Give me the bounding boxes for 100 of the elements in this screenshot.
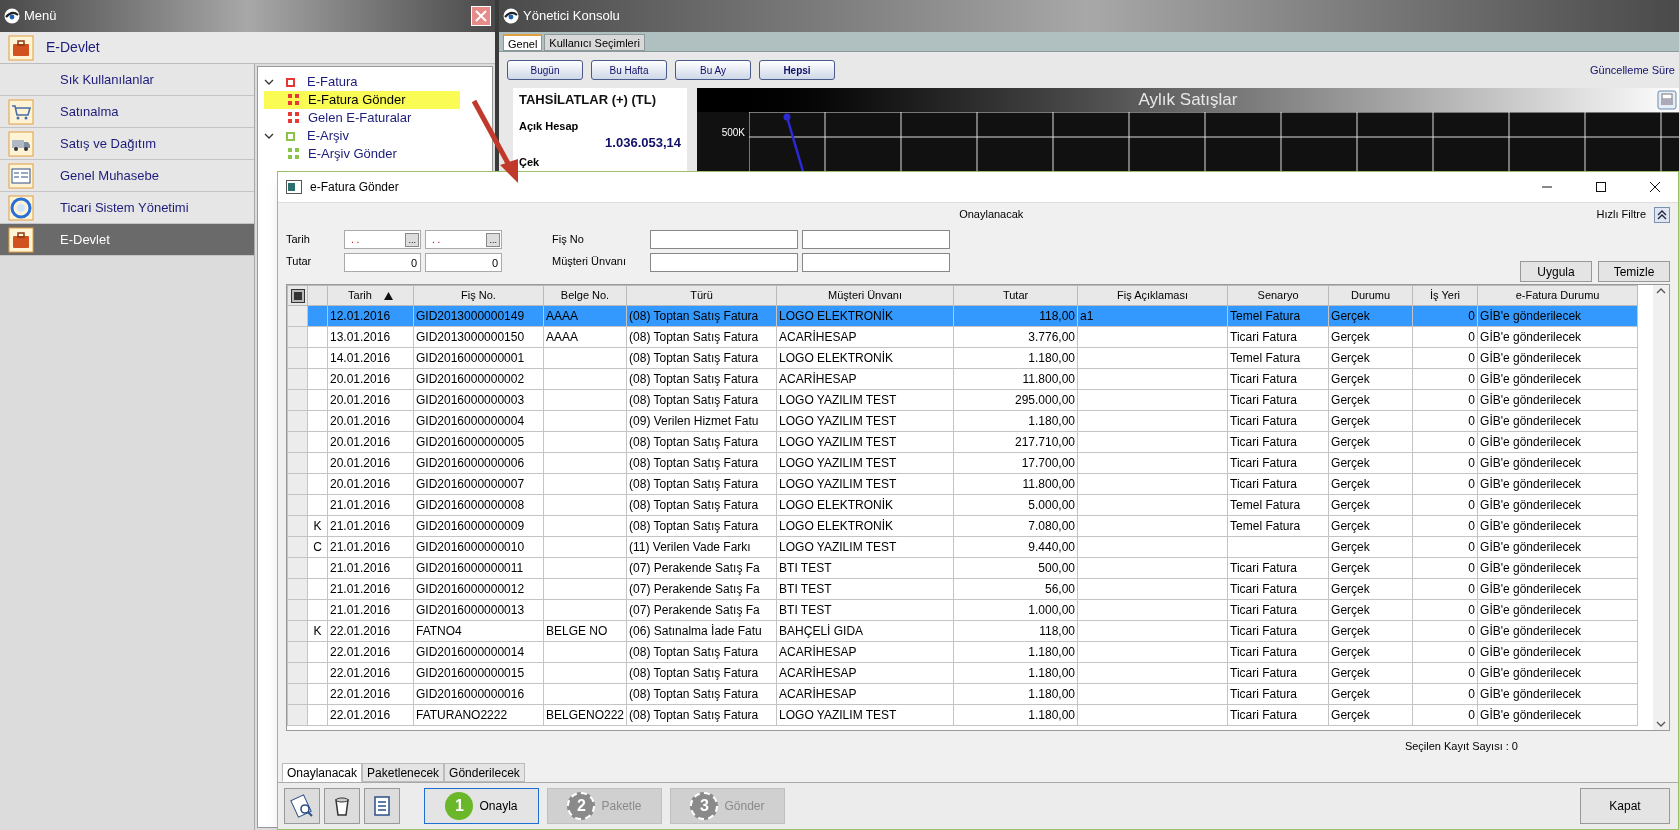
- table-cell: GİB'e gönderilecek: [1477, 515, 1638, 537]
- menu-item[interactable]: Sık Kullanılanlar: [0, 64, 254, 96]
- menu-item[interactable]: Genel Muhasebe: [0, 160, 254, 192]
- tab[interactable]: Onaylanacak: [282, 763, 363, 782]
- table-row[interactable]: 21.01.2016 GID2016000000011 (07) Perakende Satış Fa BTI TEST 500,00 Ticari Fatura Gerçek 0 GİB'e gönderilecek: [287, 557, 1638, 579]
- date-field[interactable]: . . ...: [425, 230, 502, 249]
- column-header[interactable]: Tutar: [1002, 287, 1029, 304]
- table-cell: (07) Perakende Satış Fa: [626, 599, 777, 621]
- table-cell: 22.01.2016: [327, 620, 414, 642]
- table-cell: 118,00: [953, 620, 1078, 642]
- tab[interactable]: Paketlenecek: [362, 763, 445, 782]
- table-cell: Gerçek: [1328, 620, 1413, 642]
- tree-item[interactable]: E-Fatura Gönder: [264, 91, 460, 109]
- table-cell: (06) Satınalma İade Fatu: [626, 620, 777, 642]
- field-label: Fiş No: [552, 232, 585, 247]
- table-cell: 0: [1412, 410, 1478, 432]
- tree-item[interactable]: E-Arşiv: [307, 126, 349, 146]
- table-row[interactable]: 20.01.2016 GID2016000000003 (08) Toptan Satış Fatura LOGO YAZILIM TEST 295.000,00 Ticari Fatura Gerçek 0 GİB'e gönderilecek: [287, 389, 1638, 411]
- table-row[interactable]: C 21.01.2016 GID2016000000010 (11) Verilen Vade Farkı LOGO YAZILIM TEST 9.440,00 Gerçek 0 GİB'e gönderilecek: [287, 536, 1638, 558]
- table-row[interactable]: 20.01.2016 GID2016000000006 (08) Toptan Satış Fatura LOGO YAZILIM TEST 17.700,00 Ticari Fatura Gerçek 0 GİB'e gönderilecek: [287, 452, 1638, 474]
- menu-item[interactable]: Satınalma: [0, 96, 254, 128]
- table-cell: (08) Toptan Satış Fatura: [626, 515, 777, 537]
- table-cell: 0: [1412, 515, 1478, 537]
- table-cell: 0: [1412, 536, 1478, 558]
- table-row[interactable]: 20.01.2016 GID2016000000005 (08) Toptan Satış Fatura LOGO YAZILIM TEST 217.710,00 Ticari Fatura Gerçek 0 GİB'e gönderilecek: [287, 431, 1638, 453]
- tree-item[interactable]: Gelen E-Faturalar: [264, 109, 493, 127]
- scrollbar[interactable]: [1653, 285, 1669, 730]
- table-cell: GID2016000000005: [413, 431, 544, 453]
- table-cell: 21.01.2016: [327, 557, 414, 579]
- table-row[interactable]: 22.01.2016 GID2016000000015 (08) Toptan Satış Fatura ACARİHESAP 1.180,00 Ticari Fatura Gerçek 0 GİB'e gönderilecek: [287, 662, 1638, 684]
- period-button[interactable]: Bu Hafta: [591, 60, 667, 80]
- table-cell: LOGO ELEKTRONİK: [776, 515, 954, 537]
- receipt-no-field[interactable]: [650, 230, 798, 249]
- receipt-no-field[interactable]: [802, 230, 950, 249]
- step-button: 3 Gönder: [670, 788, 785, 824]
- table-row[interactable]: 21.01.2016 GID2016000000013 (07) Perakende Satış Fa BTI TEST 1.000,00 Ticari Fatura Gerçek 0 GİB'e gönderilecek: [287, 599, 1638, 621]
- menu-item[interactable]: Ticari Sistem Yönetimi: [0, 192, 254, 224]
- table-row[interactable]: 21.01.2016 GID2016000000008 (08) Toptan Satış Fatura LOGO ELEKTRONİK 5.000,00 Temel Fatura Gerçek 0 GİB'e gönderilecek: [287, 494, 1638, 516]
- tree-item[interactable]: E-Fatura: [307, 72, 358, 92]
- customer-field[interactable]: [650, 253, 798, 272]
- menu-item[interactable]: Satış ve Dağıtım: [0, 128, 254, 160]
- table-row[interactable]: 22.01.2016 FATURANO2222 BELGENO222 (08) Toptan Satış Fatura LOGO YAZILIM TEST 1.180,00 Ticari Fatura Gerçek 0 GİB'e gönderilecek: [287, 704, 1638, 726]
- table-row[interactable]: 13.01.2016 GID2013000000150 AAAA (08) Toptan Satış Fatura ACARİHESAP 3.776,00 Ticari Fatura Gerçek 0 GİB'e gönderilecek: [287, 326, 1638, 348]
- table-row[interactable]: 22.01.2016 GID2016000000016 (08) Toptan Satış Fatura ACARİHESAP 1.180,00 Ticari Fatura Gerçek 0 GİB'e gönderilecek: [287, 683, 1638, 705]
- table-cell: ACARİHESAP: [776, 326, 954, 348]
- table-cell: GID2016000000016: [413, 683, 544, 705]
- toolbar-button[interactable]: [324, 788, 360, 824]
- toolbar-button[interactable]: [284, 788, 320, 824]
- close-icon: [475, 10, 488, 22]
- tab[interactable]: Gönderilecek: [444, 763, 525, 782]
- period-button[interactable]: Hepsi: [759, 60, 835, 80]
- table-cell: Ticari Fatura: [1227, 641, 1329, 663]
- tree-item[interactable]: E-Arşiv Gönder: [264, 145, 493, 163]
- customer-field[interactable]: [802, 253, 950, 272]
- table-cell: 56,00: [953, 578, 1078, 600]
- table-cell: 5.000,00: [953, 494, 1078, 516]
- collapse-button[interactable]: [1654, 206, 1670, 223]
- window-title: Menü: [24, 7, 58, 26]
- table-cell: 217.710,00: [953, 431, 1078, 453]
- date-picker-button[interactable]: ...: [405, 232, 419, 247]
- period-button[interactable]: Bu Ay: [675, 60, 751, 80]
- select-all-checkbox[interactable]: [291, 289, 304, 302]
- close-button[interactable]: [471, 6, 492, 26]
- step-button: 2 Paketle: [547, 788, 662, 824]
- table-cell: BELGENO222: [543, 704, 627, 726]
- table-cell: GID2016000000006: [413, 452, 544, 474]
- filter-button[interactable]: Uygula: [1520, 261, 1592, 282]
- period-button[interactable]: Bugün: [507, 60, 583, 80]
- table-cell: 20.01.2016: [327, 389, 414, 411]
- column-header[interactable]: Türü: [690, 287, 713, 304]
- table-row[interactable]: 21.01.2016 GID2016000000012 (07) Perakende Satış Fa BTI TEST 56,00 Ticari Fatura Gerçek 0 GİB'e gönderilecek: [287, 578, 1638, 600]
- menu-item[interactable]: E-Devlet: [0, 224, 254, 256]
- tab[interactable]: Genel: [503, 34, 543, 51]
- table-cell: ACARİHESAP: [776, 641, 954, 663]
- table-row[interactable]: 22.01.2016 GID2016000000014 (08) Toptan Satış Fatura ACARİHESAP 1.180,00 Ticari Fatura Gerçek 0 GİB'e gönderilecek: [287, 641, 1638, 663]
- table-row[interactable]: 20.01.2016 GID2016000000007 (08) Toptan Satış Fatura LOGO YAZILIM TEST 11.800,00 Ticari Fatura Gerçek 0 GİB'e gönderilecek: [287, 473, 1638, 495]
- table-cell: GID2016000000008: [413, 494, 544, 516]
- table-cell: GID2016000000014: [413, 641, 544, 663]
- date-field[interactable]: . . ...: [344, 230, 421, 249]
- table-cell: GİB'e gönderilecek: [1477, 452, 1638, 474]
- table-cell: 0: [1412, 326, 1478, 348]
- table-row[interactable]: 20.01.2016 GID2016000000002 (08) Toptan Satış Fatura ACARİHESAP 11.800,00 Ticari Fatura Gerçek 0 GİB'e gönderilecek: [287, 368, 1638, 390]
- filter-button[interactable]: Temizle: [1598, 261, 1670, 282]
- step-button[interactable]: 1 Onayla: [424, 788, 539, 824]
- amount-field[interactable]: 0: [344, 253, 421, 272]
- date-picker-button[interactable]: ...: [486, 232, 500, 247]
- table-row[interactable]: 20.01.2016 GID2016000000004 (09) Verilen Hizmet Fatu LOGO YAZILIM TEST 1.180,00 Ticari Fatura Gerçek 0 GİB'e gönderilecek: [287, 410, 1638, 432]
- table-cell: Gerçek: [1328, 347, 1413, 369]
- table-cell: 500,00: [953, 557, 1078, 579]
- table-row[interactable]: K 21.01.2016 GID2016000000009 (08) Toptan Satış Fatura LOGO ELEKTRONİK 7.080,00 Temel Fatura Gerçek 0 GİB'e gönderilecek: [287, 515, 1638, 537]
- table-row[interactable]: 14.01.2016 GID2016000000001 (08) Toptan Satış Fatura LOGO ELEKTRONİK 1.180,00 Temel Fatura Gerçek 0 GİB'e gönderilecek: [287, 347, 1638, 369]
- close-button[interactable]: Kapat: [1580, 788, 1670, 824]
- table-cell: Gerçek: [1328, 410, 1413, 432]
- toolbar-button[interactable]: [364, 788, 400, 824]
- table-row[interactable]: 12.01.2016 GID2013000000149 AAAA (08) Toptan Satış Fatura LOGO ELEKTRONİK 118,00 a1 Temel Fatura Gerçek 0 GİB'e gönderilecek: [287, 305, 1638, 327]
- table-cell: Ticari Fatura: [1227, 662, 1329, 684]
- tab[interactable]: Kullanıcı Seçimleri: [544, 34, 645, 51]
- form-icon: [8, 162, 34, 189]
- amount-field[interactable]: 0: [425, 253, 502, 272]
- table-row[interactable]: K 22.01.2016 FATNO4 BELGE NO (06) Satınalma İade Fatu BAHÇELİ GIDA 118,00 Ticari Fatura Gerçek 0 GİB'e gönderilecek: [287, 620, 1638, 642]
